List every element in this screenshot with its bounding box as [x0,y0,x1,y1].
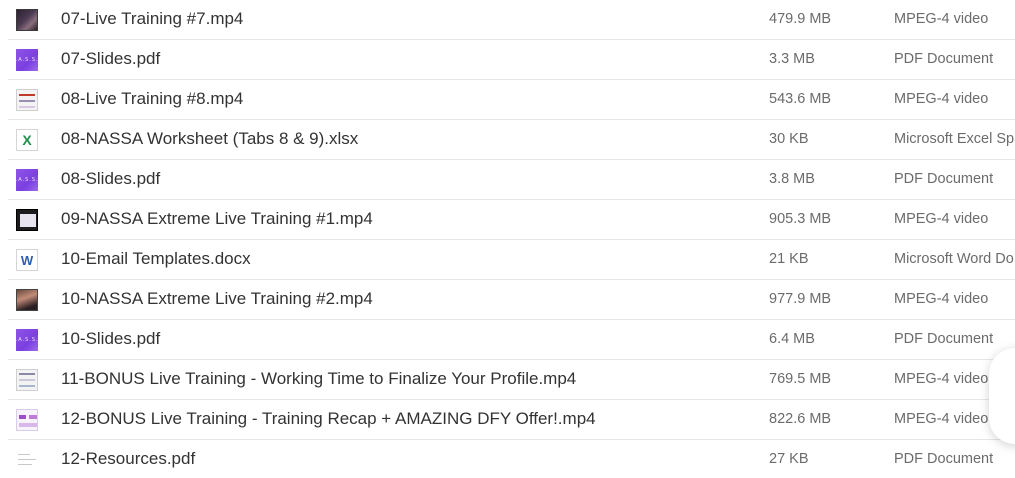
file-row[interactable]: N.A.S.S.A 07-Slides.pdf 3.3 MB PDF Docum… [0,40,1015,80]
thumb-bar [19,106,35,108]
file-size: 3.3 MB [769,51,815,67]
thumb-block [19,415,26,419]
file-row[interactable]: 11-BONUS Live Training - Working Time to… [0,360,1015,400]
file-size: 21 KB [769,251,809,267]
file-name[interactable]: 08-Live Training #8.mp4 [61,80,243,118]
file-kind: MPEG-4 video [894,91,989,107]
thumb-bar [19,379,35,381]
word-icon-letter: W [20,252,34,268]
file-kind: MPEG-4 video [894,291,989,307]
file-kind: PDF Document [894,451,994,467]
file-row[interactable]: 10-NASSA Extreme Live Training #2.mp4 97… [0,280,1015,320]
slides-thumbnail-icon: N.A.S.S.A [16,169,38,191]
file-name[interactable]: 09-NASSA Extreme Live Training #1.mp4 [61,200,373,238]
file-kind: MPEG-4 video [894,11,989,27]
file-name[interactable]: 08-NASSA Worksheet (Tabs 8 & 9).xlsx [61,120,358,158]
file-name[interactable]: 07-Slides.pdf [61,40,160,78]
file-row[interactable]: 09-NASSA Extreme Live Training #1.mp4 90… [0,200,1015,240]
file-kind: MPEG-4 video [894,211,989,227]
thumb-screen [20,214,36,227]
doc-line [18,459,36,460]
file-row[interactable]: 07-Live Training #7.mp4 479.9 MB MPEG-4 … [0,0,1015,40]
video-thumbnail-icon [16,369,38,391]
excel-icon-letter: X [22,132,32,148]
file-row[interactable]: W 10-Email Templates.docx 21 KB Microsof… [0,240,1015,280]
file-kind: Microsoft Word Do [894,251,1014,267]
file-kind: MPEG-4 video [894,371,989,387]
file-row[interactable]: 12-BONUS Live Training - Training Recap … [0,400,1015,440]
excel-icon: X [16,129,38,151]
file-name[interactable]: 12-Resources.pdf [61,440,195,478]
file-name[interactable]: 07-Live Training #7.mp4 [61,0,243,38]
file-name[interactable]: 10-NASSA Extreme Live Training #2.mp4 [61,280,373,318]
file-kind: PDF Document [894,171,994,187]
file-size: 3.8 MB [769,171,815,187]
file-kind: MPEG-4 video [894,411,989,427]
file-kind: PDF Document [894,331,994,347]
file-row[interactable]: N.A.S.S.A 08-Slides.pdf 3.8 MB PDF Docum… [0,160,1015,200]
file-size: 769.5 MB [769,371,832,387]
file-size: 479.9 MB [769,11,832,27]
video-thumbnail-icon [16,89,38,111]
file-name[interactable]: 08-Slides.pdf [61,160,160,198]
thumb-block [29,415,37,419]
file-row[interactable]: N.A.S.S.A 10-Slides.pdf 6.4 MB PDF Docum… [0,320,1015,360]
video-thumbnail-icon [16,9,38,31]
thumb-bar [19,373,35,375]
file-name[interactable]: 10-Email Templates.docx [61,240,251,278]
file-size: 905.3 MB [769,211,832,227]
floating-scroll-handle[interactable] [989,348,1015,444]
thumb-block [19,423,37,427]
thumb-bar [19,100,35,102]
file-list: 07-Live Training #7.mp4 479.9 MB MPEG-4 … [0,0,1015,478]
word-icon: W [16,249,38,271]
file-name[interactable]: 11-BONUS Live Training - Working Time to… [61,360,576,398]
video-thumbnail-icon [16,409,38,431]
file-name[interactable]: 12-BONUS Live Training - Training Recap … [61,400,596,438]
file-size: 6.4 MB [769,331,815,347]
doc-line [18,454,30,455]
file-row[interactable]: 08-Live Training #8.mp4 543.6 MB MPEG-4 … [0,80,1015,120]
file-size: 977.9 MB [769,291,832,307]
document-thumbnail-icon [16,449,38,471]
video-thumbnail-icon [16,209,38,231]
file-kind: Microsoft Excel Sp [894,131,1015,147]
file-row[interactable]: 12-Resources.pdf 27 KB PDF Document [0,440,1015,478]
file-name[interactable]: 10-Slides.pdf [61,320,160,358]
file-row[interactable]: X 08-NASSA Worksheet (Tabs 8 & 9).xlsx 3… [0,120,1015,160]
file-size: 27 KB [769,451,809,467]
file-size: 30 KB [769,131,809,147]
file-size: 822.6 MB [769,411,832,427]
doc-line [18,464,32,465]
thumb-bar [19,94,35,96]
slides-thumbnail-icon: N.A.S.S.A [16,49,38,71]
thumb-bar [19,385,35,387]
file-size: 543.6 MB [769,91,832,107]
file-kind: PDF Document [894,51,994,67]
video-thumbnail-icon [16,289,38,311]
slides-thumbnail-icon: N.A.S.S.A [16,329,38,351]
